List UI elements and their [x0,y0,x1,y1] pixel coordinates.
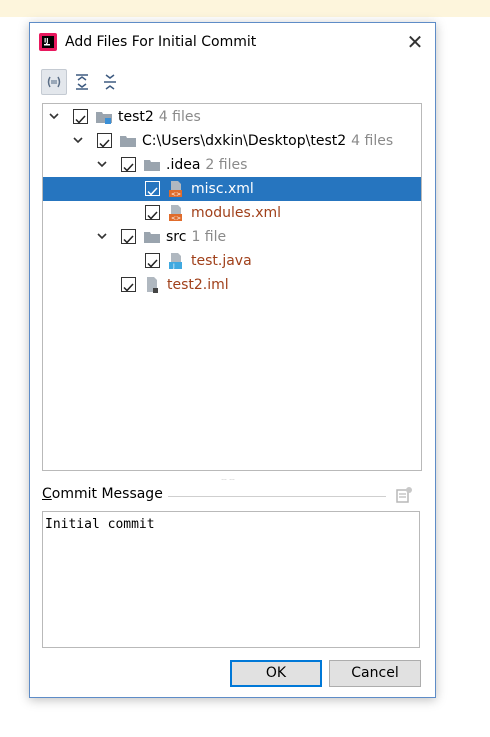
svg-text:<>: <> [171,215,181,222]
checkbox[interactable] [121,277,136,292]
group-by-directory-button[interactable] [41,69,67,95]
tree-row-label: test.java [191,253,252,269]
tree-row-test-java[interactable]: J test.java [43,249,421,273]
chevron-down-icon[interactable] [96,158,108,170]
chevron-down-icon[interactable] [72,134,84,146]
tree-row-label: modules.xml [191,205,282,221]
title-bar: IJ Add Files For Initial Commit ✕ [30,23,435,61]
group-by-directory-icon [47,76,61,88]
commit-message-history-icon[interactable] [394,485,414,505]
file-count: 2 files [205,157,248,173]
checkbox[interactable] [121,157,136,172]
close-button[interactable]: ✕ [401,29,429,55]
add-files-dialog: IJ Add Files For Initial Commit ✕ test2 … [29,22,436,698]
tree-row-label: test2 [118,109,154,125]
commit-message-label-text: ommit Message [51,486,163,502]
collapse-all-icon [104,74,116,90]
tree-row-test2[interactable]: test2 4 files [43,105,421,129]
file-count: 4 files [158,109,201,125]
checkbox[interactable] [145,253,160,268]
checkbox[interactable] [145,205,160,220]
separator-line [168,496,386,497]
file-count: 1 file [191,229,227,245]
chevron-down-icon[interactable] [48,110,60,122]
tree-row-label: misc.xml [191,181,254,197]
background-strip [0,0,490,17]
iml-file-icon [147,277,158,293]
tree-row-modules-xml[interactable]: <> modules.xml [43,201,421,225]
tree-row-idea[interactable]: .idea 2 files [43,153,421,177]
close-icon: ✕ [406,30,424,54]
folder-icon [120,136,136,147]
splitter-grip[interactable]: ﹍﹍ [220,471,236,482]
tree-row-label: test2.iml [167,277,229,293]
svg-text:J: J [172,263,175,270]
tree-row-misc-xml[interactable]: <> misc.xml [43,177,421,201]
tree-row-label: .idea [166,157,201,173]
expand-all-button[interactable] [69,69,95,95]
commit-message-label: Commit Message [42,486,163,502]
tree-row-label: C:\Users\dxkin\Desktop\test2 [142,133,347,149]
xml-file-icon: <> [169,181,182,198]
checkbox[interactable] [97,133,112,148]
checkbox[interactable] [121,229,136,244]
cancel-button[interactable]: Cancel [329,660,421,687]
dialog-title: Add Files For Initial Commit [65,34,257,50]
module-folder-icon [96,112,112,124]
mnemonic-letter: C [42,486,52,502]
tree-row-project-path[interactable]: C:\Users\dxkin\Desktop\test2 4 files [43,129,421,153]
tree-row-src[interactable]: src 1 file [43,225,421,249]
svg-text:<>: <> [171,191,181,198]
tree-row-test2-iml[interactable]: test2.iml [43,273,421,297]
changes-tree[interactable]: test2 4 files C:\Users\dxkin\Desktop\test… [42,103,422,471]
expand-all-icon [76,74,88,90]
svg-text:IJ: IJ [44,38,48,45]
chevron-down-icon[interactable] [96,230,108,242]
collapse-all-button[interactable] [97,69,123,95]
commit-message-input[interactable]: Initial commit [42,511,420,648]
ok-button[interactable]: OK [230,660,322,687]
file-count: 4 files [351,133,394,149]
tree-row-label: src [166,229,187,245]
intellij-app-icon: IJ [39,33,57,51]
checkbox[interactable] [73,109,88,124]
java-file-icon: J [169,253,182,270]
folder-icon [144,160,160,171]
checkbox[interactable] [145,181,160,196]
folder-icon [144,232,160,243]
xml-file-icon: <> [169,205,182,222]
